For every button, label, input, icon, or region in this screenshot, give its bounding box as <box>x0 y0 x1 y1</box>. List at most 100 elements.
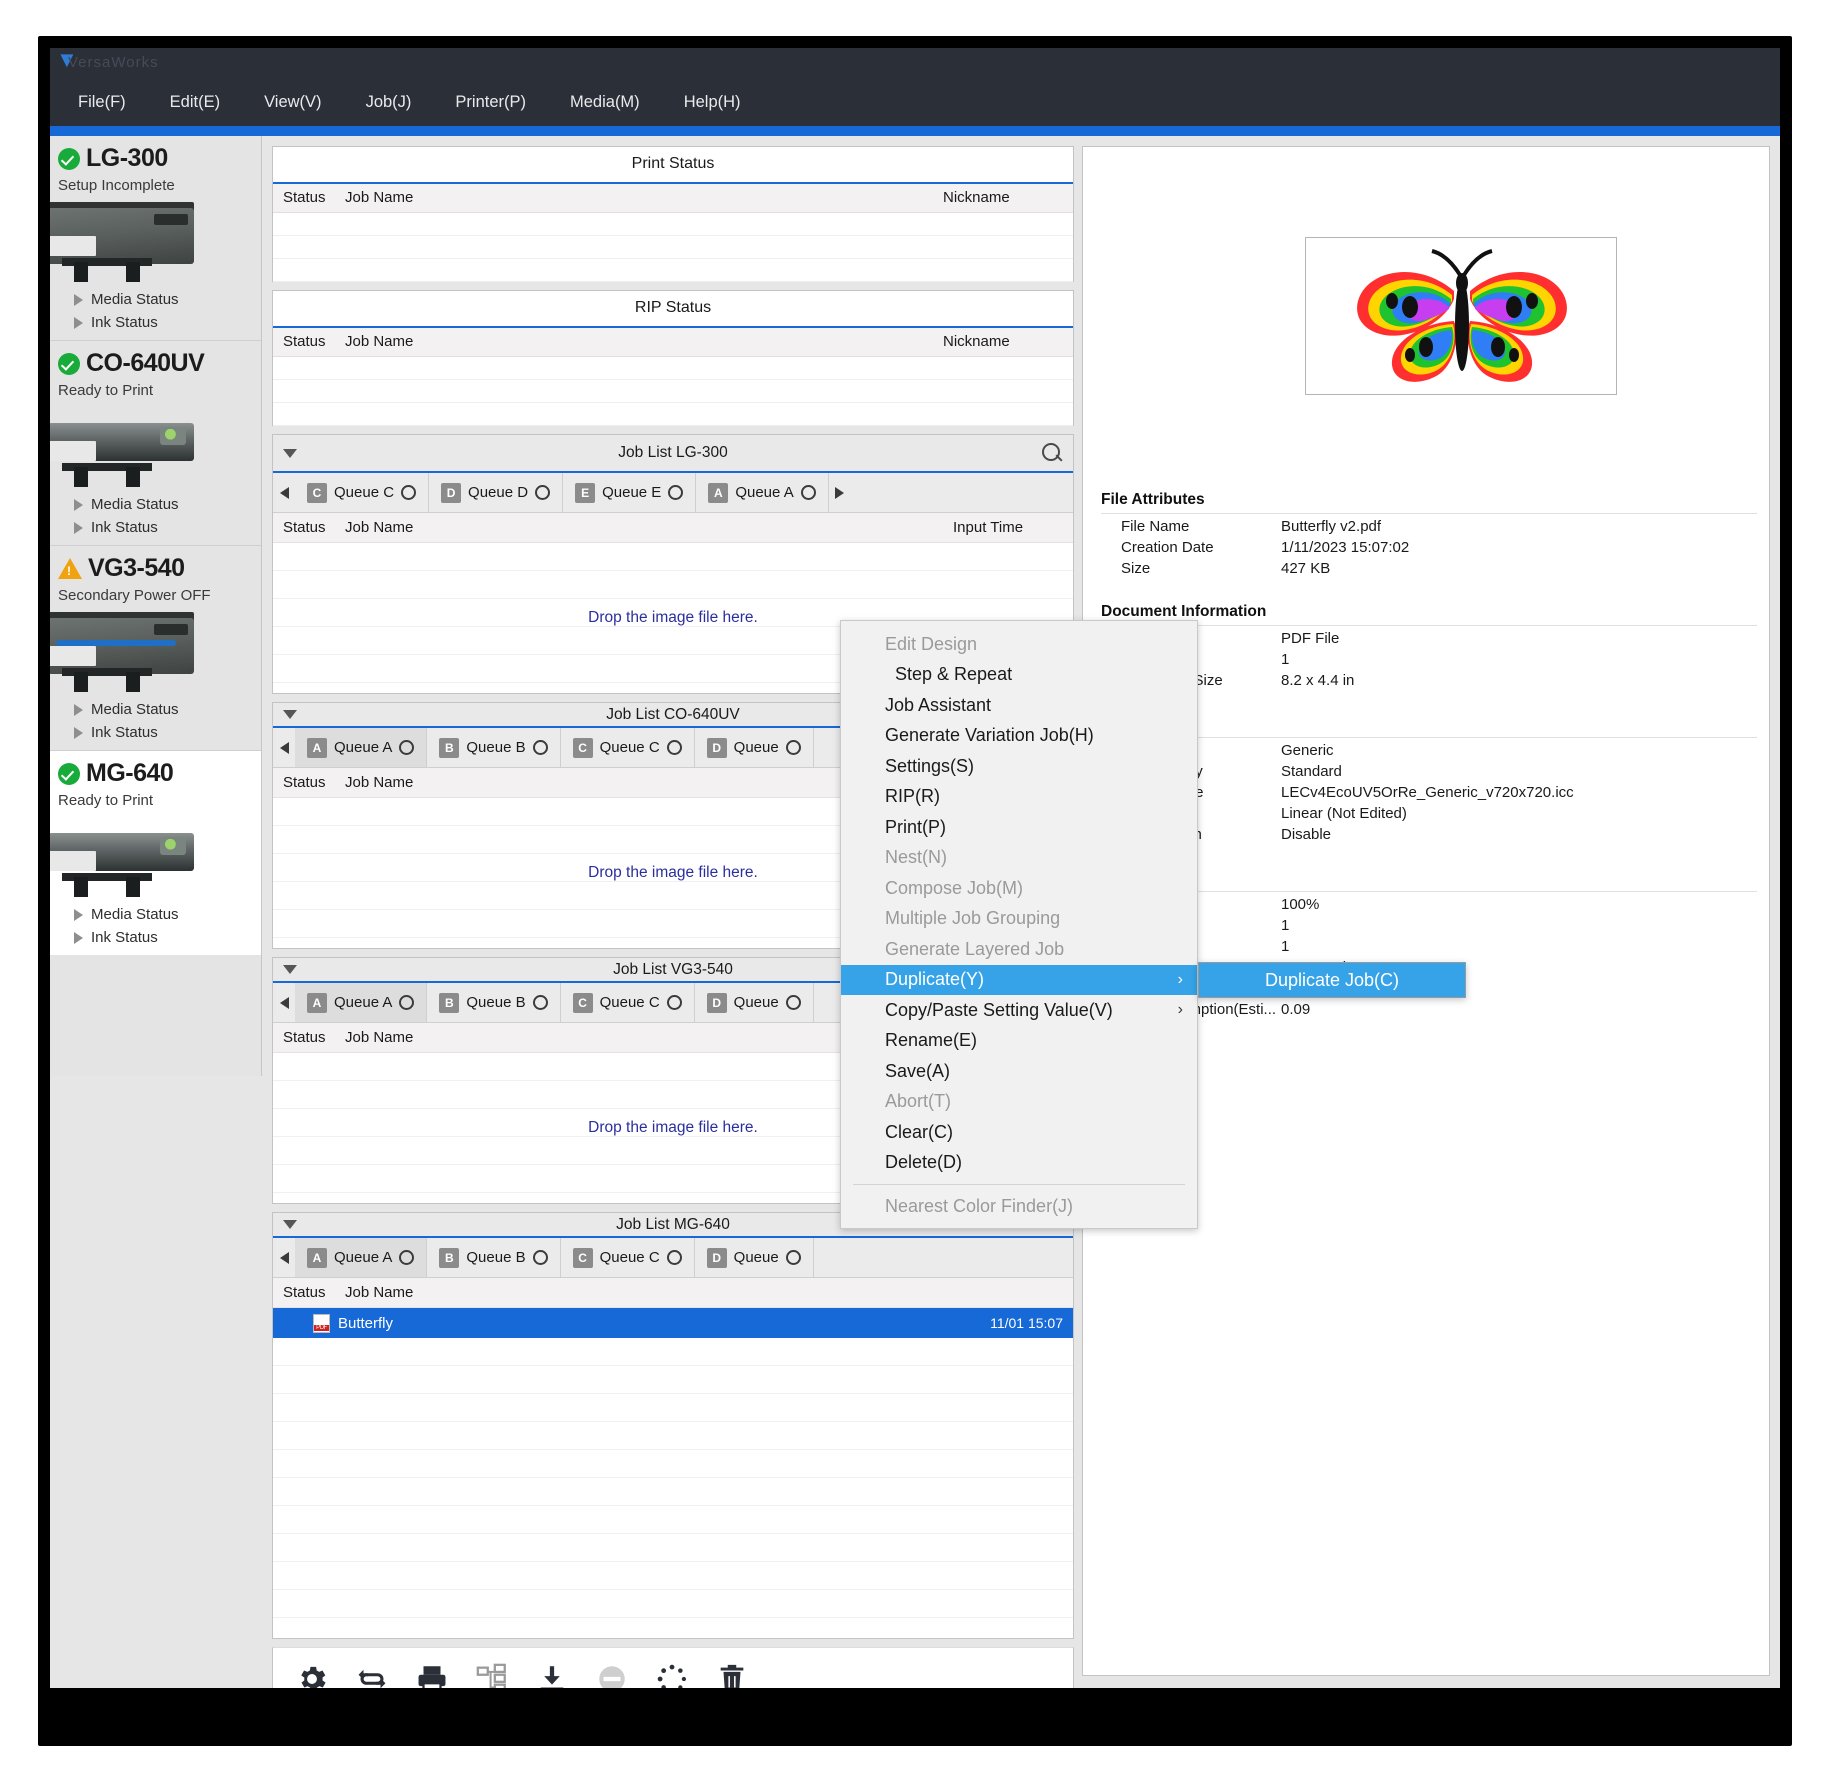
gear-icon[interactable] <box>800 485 816 500</box>
settings-gear-icon[interactable] <box>295 1662 329 1688</box>
printer-card[interactable]: MG-640 Ready to Print Media Status Ink Stat… <box>50 751 261 955</box>
table-row[interactable] <box>273 403 1073 426</box>
queue-tabs[interactable]: A Queue A B Queue B C Queue C D Queue <box>273 1238 1073 1278</box>
tabs-scroll-left-icon[interactable] <box>273 1238 295 1277</box>
context-menu-item[interactable]: Delete(D) <box>841 1148 1197 1179</box>
gear-icon[interactable] <box>666 740 682 755</box>
printer-card[interactable]: CO-640UV Ready to Print Media Status Ink St… <box>50 341 261 546</box>
gear-icon[interactable] <box>666 1250 682 1265</box>
search-icon[interactable] <box>1041 442 1063 464</box>
job-toolbar[interactable] <box>272 1647 1074 1688</box>
table-row[interactable] <box>273 1394 1073 1422</box>
duplicate-submenu[interactable]: Duplicate Job(C) <box>1198 962 1466 998</box>
tabs-scroll-left-icon[interactable] <box>273 983 295 1022</box>
print-status-rows[interactable] <box>273 213 1073 282</box>
table-row[interactable] <box>273 1450 1073 1478</box>
table-row[interactable] <box>273 1534 1073 1562</box>
queue-tab-c[interactable]: C Queue C <box>560 1238 695 1277</box>
context-menu-item[interactable]: Print(P) <box>841 812 1197 843</box>
queue-tab-b[interactable]: B Queue B <box>427 1238 561 1277</box>
queue-tab-d[interactable]: D Queue <box>694 983 814 1022</box>
chevron-down-icon[interactable] <box>283 448 297 458</box>
context-menu-item[interactable]: Copy/Paste Setting Value(V) › <box>841 995 1197 1026</box>
gear-icon[interactable] <box>535 485 551 500</box>
submenu-item-duplicate-job[interactable]: Duplicate Job(C) <box>1199 963 1465 997</box>
gear-icon[interactable] <box>785 995 801 1010</box>
gear-icon[interactable] <box>785 740 801 755</box>
table-row[interactable] <box>273 1422 1073 1450</box>
gear-icon[interactable] <box>666 995 682 1010</box>
delete-trash-icon[interactable] <box>715 1662 749 1688</box>
abort-icon[interactable] <box>595 1662 629 1688</box>
printer-media-status-row[interactable]: Media Status <box>58 493 261 516</box>
tabs-scroll-left-icon[interactable] <box>273 473 295 512</box>
tabs-scroll-left-icon[interactable] <box>273 728 295 767</box>
table-row[interactable] <box>273 357 1073 380</box>
context-menu-item[interactable]: Duplicate(Y) › <box>841 964 1197 995</box>
table-row[interactable] <box>273 1506 1073 1534</box>
queue-tab-e[interactable]: E Queue E <box>563 473 697 512</box>
queue-tab-d[interactable]: D Queue <box>694 728 814 767</box>
menu-item-file[interactable]: File(F) <box>56 89 148 116</box>
job-list-header[interactable]: Job List LG-300 <box>273 435 1073 473</box>
tabs-scroll-right-icon[interactable] <box>828 473 851 512</box>
print-icon[interactable] <box>415 1662 449 1688</box>
table-row[interactable] <box>273 543 1073 571</box>
download-icon[interactable] <box>535 1662 569 1688</box>
printer-sidebar[interactable]: LG-300 Setup Incomplete Media Status Ink St… <box>50 136 262 1076</box>
context-menu-item[interactable]: Job Assistant <box>841 690 1197 721</box>
context-menu-item[interactable]: Rename(E) <box>841 1026 1197 1057</box>
table-row[interactable] <box>273 259 1073 282</box>
job-list-empty-rows[interactable] <box>273 1338 1073 1618</box>
printer-card[interactable]: LG-300 Setup Incomplete Media Status Ink St… <box>50 136 261 341</box>
chevron-down-icon[interactable] <box>283 965 297 974</box>
queue-tab-b[interactable]: B Queue B <box>427 728 561 767</box>
queue-tab-d[interactable]: D Queue D <box>429 473 564 512</box>
printer-media-status-row[interactable]: Media Status <box>58 698 261 721</box>
rip-status-rows[interactable] <box>273 357 1073 426</box>
printer-card[interactable]: VG3-540 Secondary Power OFF Media Status In… <box>50 546 261 751</box>
menu-item-help[interactable]: Help(H) <box>662 89 763 116</box>
printer-ink-status-row[interactable]: Ink Status <box>58 926 261 949</box>
gear-icon[interactable] <box>401 485 417 500</box>
queue-tabs[interactable]: C Queue C D Queue D E Queue E A Queue A <box>273 473 1073 513</box>
gear-icon[interactable] <box>532 740 548 755</box>
context-menu-item[interactable]: Save(A) <box>841 1056 1197 1087</box>
context-menu-item[interactable]: Clear(C) <box>841 1117 1197 1148</box>
gear-icon[interactable] <box>785 1250 801 1265</box>
job-list-body[interactable]: Butterfly 11/01 15:07 <box>273 1308 1073 1638</box>
menu-item-edit[interactable]: Edit(E) <box>148 89 242 116</box>
menu-item-printer[interactable]: Printer(P) <box>433 89 548 116</box>
gear-icon[interactable] <box>668 485 684 500</box>
context-menu-item[interactable]: Step & Repeat <box>841 660 1197 691</box>
queue-tab-a[interactable]: A Queue A <box>295 728 428 767</box>
nest-icon[interactable] <box>475 1662 509 1688</box>
printer-media-status-row[interactable]: Media Status <box>58 903 261 926</box>
printer-ink-status-row[interactable]: Ink Status <box>58 721 261 744</box>
table-row[interactable] <box>273 380 1073 403</box>
queue-tab-c[interactable]: C Queue C <box>560 983 695 1022</box>
printer-ink-status-row[interactable]: Ink Status <box>58 516 261 539</box>
table-row[interactable] <box>273 1590 1073 1618</box>
table-row[interactable] <box>273 213 1073 236</box>
menu-item-job[interactable]: Job(J) <box>344 89 434 116</box>
table-row[interactable] <box>273 236 1073 259</box>
gear-icon[interactable] <box>399 995 415 1010</box>
table-row[interactable] <box>273 1338 1073 1366</box>
menu-item-media[interactable]: Media(M) <box>548 89 662 116</box>
job-row[interactable]: Butterfly 11/01 15:07 <box>273 1308 1073 1338</box>
chevron-down-icon[interactable] <box>283 1220 297 1229</box>
table-row[interactable] <box>273 1366 1073 1394</box>
queue-tab-a[interactable]: A Queue A <box>696 473 829 512</box>
context-menu-item[interactable]: RIP(R) <box>841 782 1197 813</box>
chevron-down-icon[interactable] <box>283 710 297 719</box>
gear-icon[interactable] <box>399 740 415 755</box>
gear-icon[interactable] <box>399 1250 415 1265</box>
queue-tab-b[interactable]: B Queue B <box>427 983 561 1022</box>
context-menu-item[interactable]: Settings(S) <box>841 751 1197 782</box>
queue-tab-c[interactable]: C Queue C <box>560 728 695 767</box>
queue-tab-c[interactable]: C Queue C <box>295 473 430 512</box>
gear-icon[interactable] <box>532 1250 548 1265</box>
queue-tab-a[interactable]: A Queue A <box>295 983 428 1022</box>
table-row[interactable] <box>273 1562 1073 1590</box>
